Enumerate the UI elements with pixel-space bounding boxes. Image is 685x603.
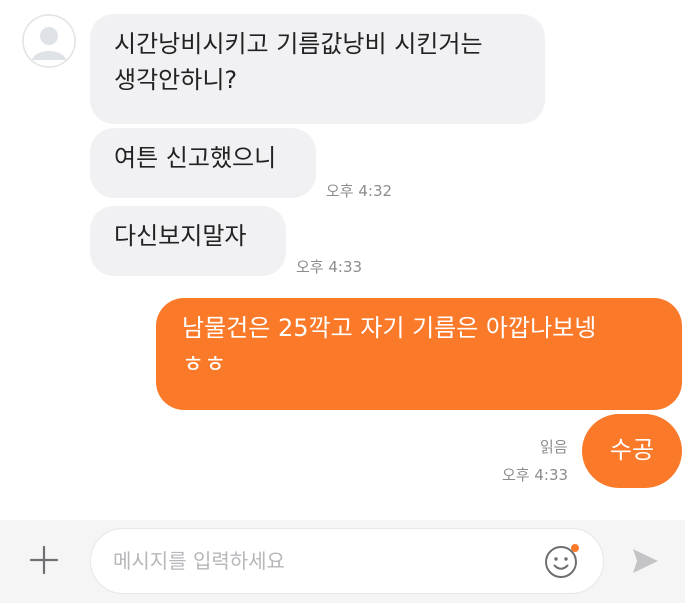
message-text-line: 남물건은 25깍고 자기 기름은 아깝나보넹 <box>182 314 597 342</box>
incoming-message[interactable]: 시간낭비시키고 기름값낭비 시킨거는 생각안하니? <box>90 14 545 124</box>
message-input[interactable]: 메시지를 입력하세요 <box>90 528 604 594</box>
message-text: 다신보지말자 <box>114 222 247 250</box>
chat-area: 시간낭비시키고 기름값낭비 시킨거는 생각안하니? 여튼 신고했으니 오후 4:… <box>0 0 685 520</box>
notification-dot <box>571 544 579 552</box>
plus-icon[interactable] <box>28 544 60 576</box>
message-text: 여튼 신고했으니 <box>114 144 277 172</box>
sender-avatar[interactable] <box>22 14 76 68</box>
outgoing-message[interactable]: 남물건은 25깍고 자기 기름은 아깝나보넹 ㅎㅎ <box>156 298 682 410</box>
outgoing-message[interactable]: 수공 <box>582 414 682 488</box>
emoji-icon[interactable] <box>544 543 580 579</box>
default-avatar-icon <box>22 14 76 68</box>
read-receipt: 읽음 <box>540 438 568 456</box>
message-timestamp: 오후 4:33 <box>296 258 363 276</box>
message-text-line: 시간낭비시키고 기름값낭비 시킨거는 <box>114 30 483 58</box>
message-timestamp: 오후 4:32 <box>326 182 393 200</box>
message-text: 수공 <box>609 436 655 464</box>
message-timestamp: 오후 4:33 <box>502 466 569 484</box>
send-icon[interactable] <box>630 546 660 576</box>
incoming-message[interactable]: 여튼 신고했으니 <box>90 128 316 198</box>
message-text-line: ㅎㅎ <box>182 350 227 378</box>
message-text-line: 생각안하니? <box>114 66 238 94</box>
incoming-message[interactable]: 다신보지말자 <box>90 206 286 276</box>
